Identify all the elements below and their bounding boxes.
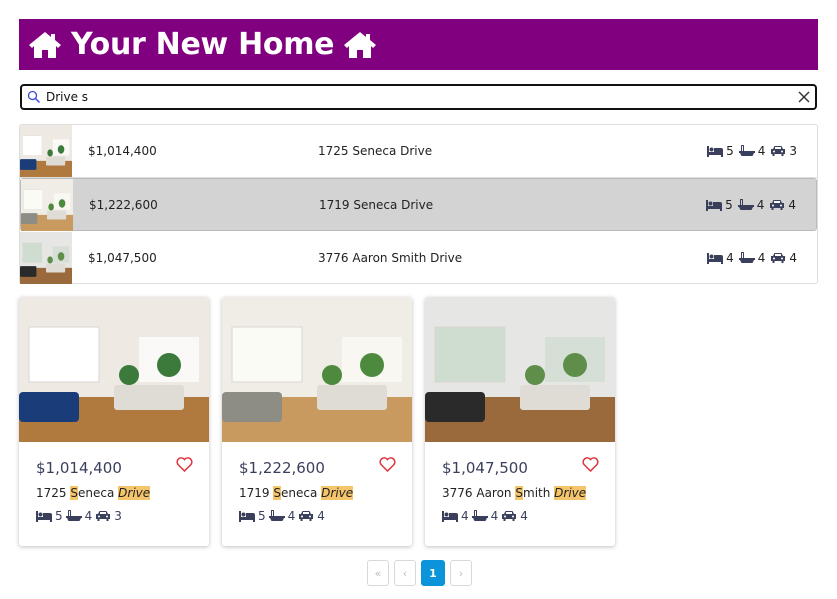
cars-count: 4 (789, 250, 797, 265)
property-photo (425, 297, 615, 442)
house-icon (27, 30, 63, 60)
car-icon (95, 510, 111, 522)
result-price: $1,222,600 (89, 197, 158, 212)
bath-icon (269, 510, 285, 522)
result-address: 3776 Aaron Smith Drive (318, 250, 463, 265)
search-icon (27, 90, 41, 104)
bath-icon (472, 510, 488, 522)
baths-count: 4 (84, 509, 93, 523)
highlight-match: S (273, 486, 281, 500)
heart-icon[interactable] (379, 457, 396, 472)
result-thumbnail (20, 231, 72, 284)
beds-count: 5 (725, 197, 733, 212)
heart-icon[interactable] (582, 457, 599, 472)
property-card[interactable]: $1,047,500 3776 Aaron Smith Drive 4 4 4 (425, 297, 615, 546)
close-icon[interactable] (797, 90, 811, 104)
card-price: $1,014,400 (36, 459, 122, 477)
bed-icon (707, 145, 723, 157)
first-page-button[interactable]: « (367, 560, 389, 586)
card-features: 4 4 4 (442, 509, 528, 523)
result-address: 1719 Seneca Drive (319, 197, 434, 212)
result-thumbnail (20, 125, 72, 177)
card-features: 5 4 3 (36, 509, 122, 523)
property-photo (222, 297, 412, 442)
property-photo (19, 297, 209, 442)
heart-icon[interactable] (176, 457, 193, 472)
result-features: 5 4 4 (706, 198, 798, 212)
card-address: 1719 Seneca Drive (239, 486, 354, 500)
car-icon (501, 510, 517, 522)
highlight-match: Drive (321, 486, 354, 500)
highlight-match: Drive (554, 486, 587, 500)
car-icon (769, 199, 785, 211)
address-street: eneca (281, 486, 318, 500)
baths-count: 4 (287, 509, 296, 523)
card-address: 1725 Seneca Drive (36, 486, 151, 500)
highlight-match: S (515, 486, 523, 500)
car-icon (770, 252, 786, 264)
page-button-current[interactable]: 1 (421, 560, 445, 586)
card-price: $1,222,600 (239, 459, 325, 477)
results-list: $1,014,400 1725 Seneca Drive 5 4 3 $1,22… (19, 124, 818, 284)
cars-count: 3 (114, 509, 122, 523)
address-number: 1719 (239, 486, 270, 500)
result-thumbnail (21, 178, 73, 231)
baths-count: 4 (757, 144, 766, 158)
result-features: 4 4 4 (707, 251, 799, 265)
result-row[interactable]: $1,014,400 1725 Seneca Drive 5 4 3 (20, 125, 817, 178)
page-title: Your New Home (71, 27, 335, 62)
bed-icon (442, 510, 458, 522)
bed-icon (239, 510, 255, 522)
bed-icon (36, 510, 52, 522)
beds-count: 5 (258, 509, 266, 523)
prev-page-button[interactable]: ‹ (394, 560, 416, 586)
card-price: $1,047,500 (442, 459, 528, 477)
bath-icon (739, 145, 755, 157)
bath-icon (739, 252, 755, 264)
result-row[interactable]: $1,047,500 3776 Aaron Smith Drive 4 4 4 (20, 231, 817, 284)
property-card[interactable]: $1,014,400 1725 Seneca Drive 5 4 3 (19, 297, 209, 546)
bed-icon (707, 252, 723, 264)
result-row[interactable]: $1,222,600 1719 Seneca Drive 5 4 4 (20, 178, 817, 231)
baths-count: 4 (490, 509, 499, 523)
cars-count: 4 (788, 197, 796, 212)
bed-icon (706, 199, 722, 211)
address-number: 3776 Aaron (442, 486, 512, 500)
beds-count: 4 (461, 509, 469, 523)
address-number: 1725 (36, 486, 67, 500)
address-street: eneca (78, 486, 115, 500)
cars-count: 4 (317, 509, 325, 523)
beds-count: 5 (55, 509, 63, 523)
property-card[interactable]: $1,222,600 1719 Seneca Drive 5 4 4 (222, 297, 412, 546)
search-input[interactable] (46, 87, 797, 107)
app-header: Your New Home (19, 19, 818, 70)
baths-count: 4 (756, 197, 765, 212)
result-price: $1,047,500 (88, 250, 157, 265)
highlight-match: S (70, 486, 78, 500)
highlight-match: Drive (118, 486, 151, 500)
search-box (20, 84, 817, 110)
car-icon (298, 510, 314, 522)
result-address: 1725 Seneca Drive (318, 144, 433, 158)
bath-icon (738, 199, 754, 211)
car-icon (770, 145, 786, 157)
cars-count: 4 (520, 509, 528, 523)
result-features: 5 4 3 (707, 144, 799, 158)
baths-count: 4 (757, 250, 766, 265)
next-page-button[interactable]: › (450, 560, 472, 586)
bath-icon (66, 510, 82, 522)
cars-count: 3 (789, 144, 797, 158)
house-icon (342, 30, 378, 60)
card-address: 3776 Aaron Smith Drive (442, 486, 587, 500)
beds-count: 5 (726, 144, 734, 158)
pagination: « ‹ 1 › (367, 560, 472, 586)
card-features: 5 4 4 (239, 509, 325, 523)
beds-count: 4 (726, 250, 734, 265)
result-price: $1,014,400 (88, 144, 157, 158)
address-street: mith (523, 486, 551, 500)
